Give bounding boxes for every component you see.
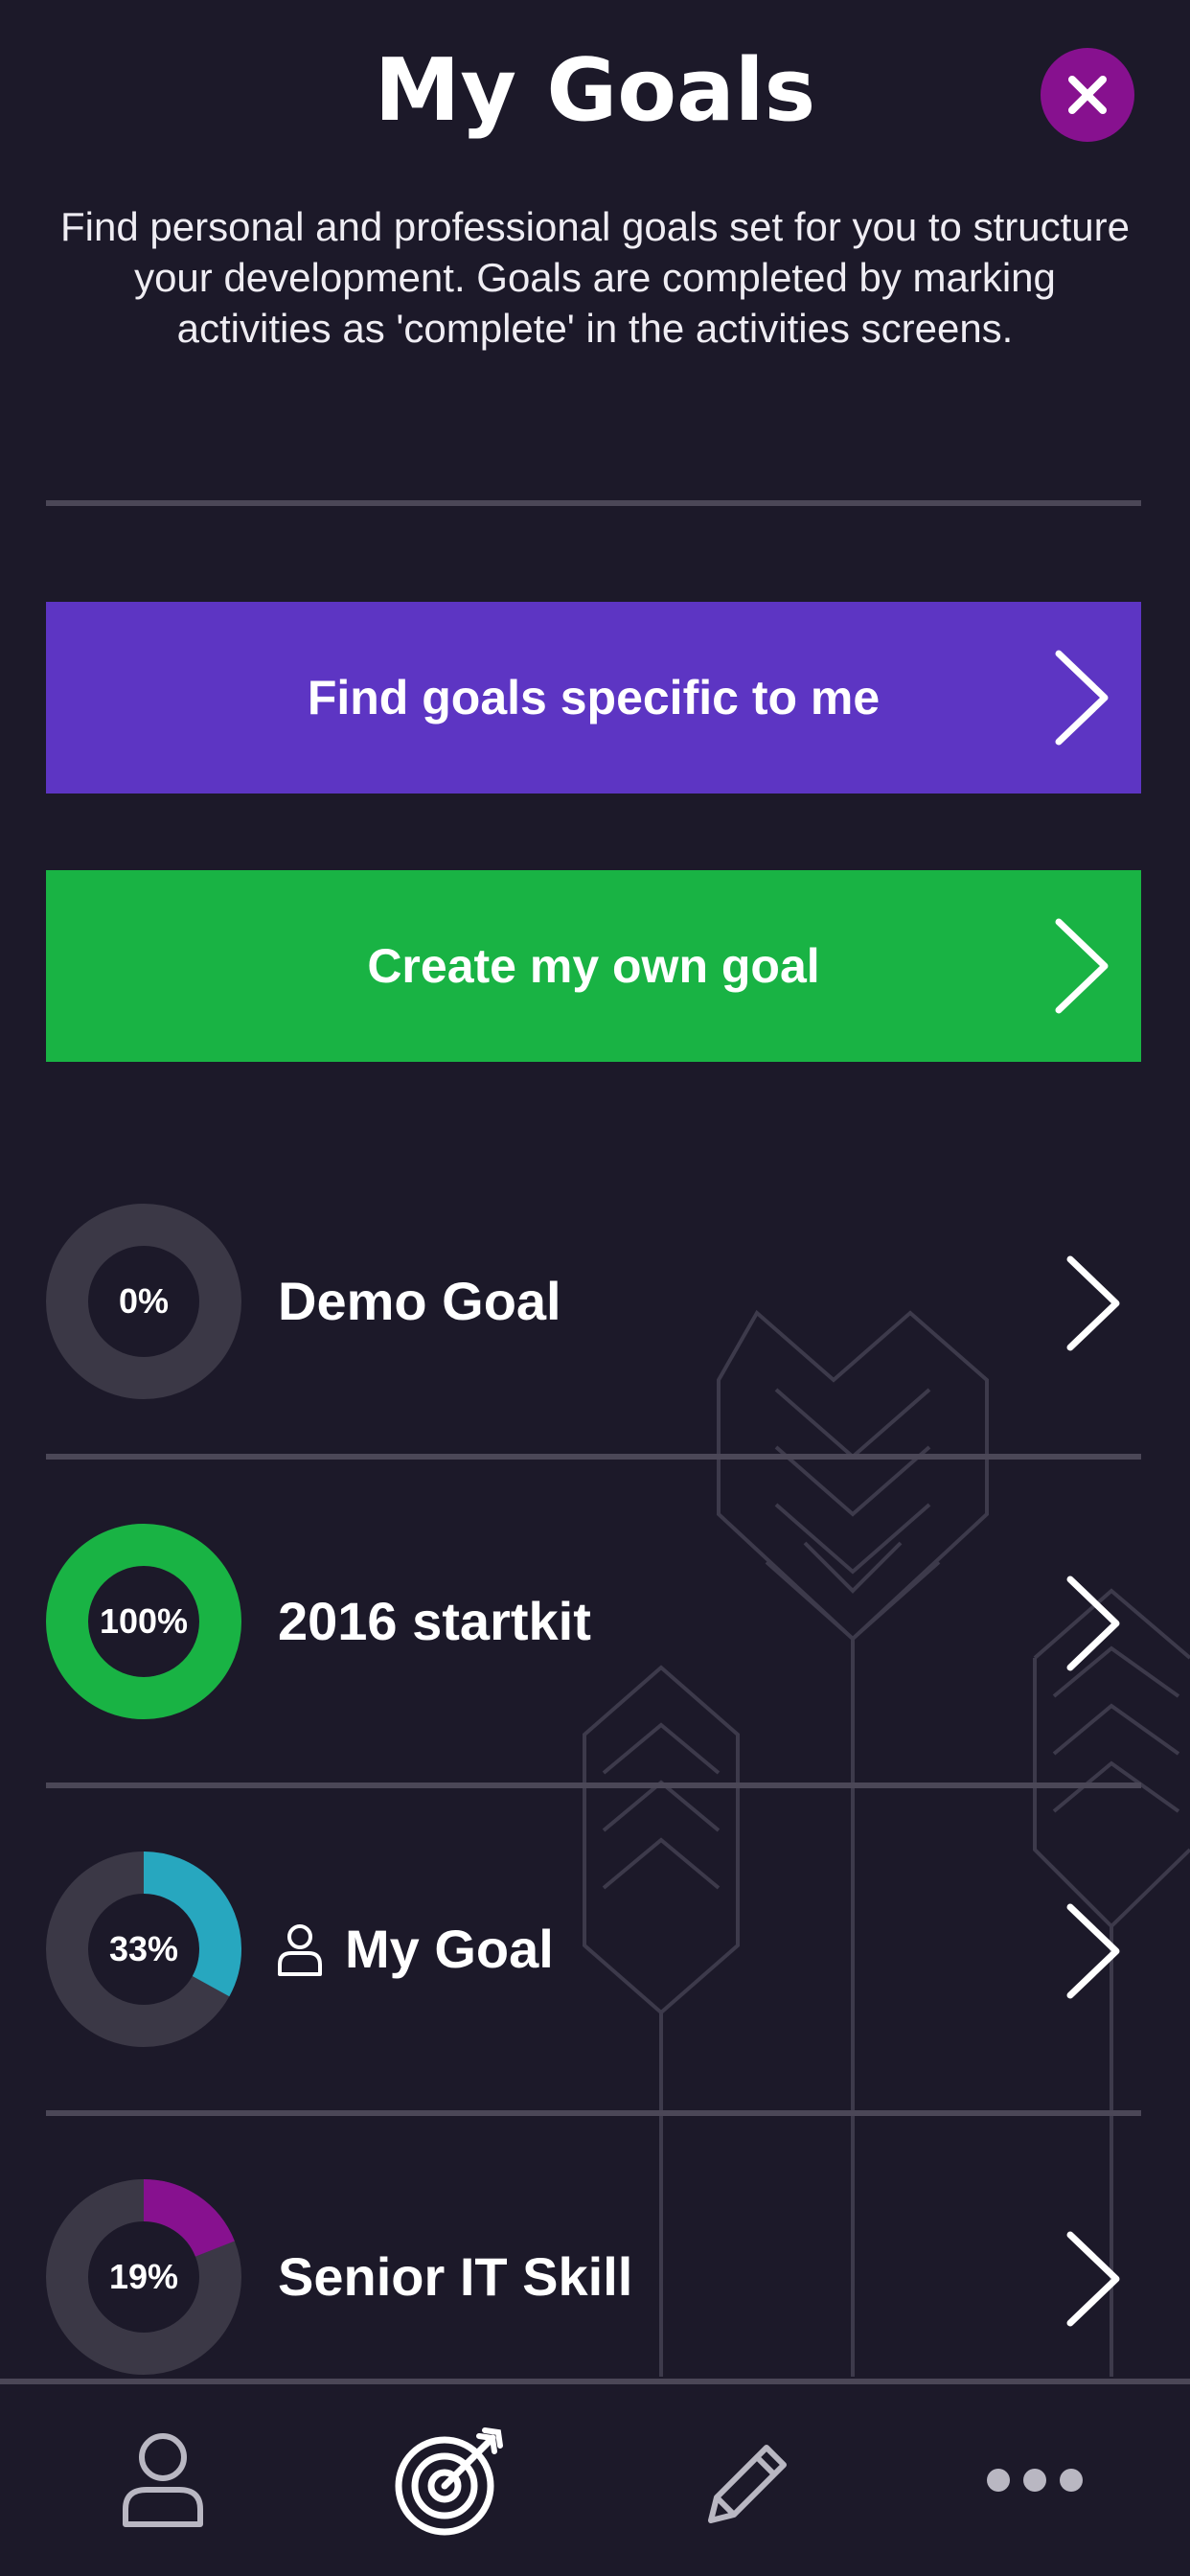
nav-activities[interactable] [671, 2384, 824, 2576]
bottom-nav [0, 2379, 1190, 2576]
goal-name: 2016 startkit [278, 1591, 591, 1651]
chevron-right-icon [1066, 2231, 1120, 2327]
find-goals-label: Find goals specific to me [307, 671, 881, 724]
chevron-right-icon [1066, 1576, 1120, 1671]
target-icon [395, 2427, 503, 2536]
profile-icon [123, 2433, 203, 2527]
goal-row-demo-goal[interactable]: 0% Demo Goal [46, 1194, 1141, 1405]
divider [46, 500, 1141, 506]
nav-more[interactable] [958, 2384, 1111, 2576]
goal-row-my-goal[interactable]: 33% My Goal [46, 1842, 1141, 2053]
page-description: Find personal and professional goals set… [60, 204, 1130, 351]
chevron-right-icon [1055, 650, 1109, 746]
pencil-icon [708, 2445, 787, 2523]
goal-name: My Goal [276, 1919, 554, 1980]
goal-name: Demo Goal [278, 1271, 561, 1331]
divider [46, 2110, 1141, 2116]
chevron-right-icon [1066, 1255, 1120, 1351]
chevron-right-icon [1066, 1903, 1120, 1999]
create-goal-button[interactable]: Create my own goal [46, 870, 1141, 1062]
close-button[interactable] [1041, 48, 1134, 142]
progress-percent: 19% [108, 2257, 179, 2296]
page-title: My Goals [374, 40, 816, 141]
progress-percent: 0% [118, 1281, 170, 1321]
more-icon [987, 2469, 1083, 2492]
goal-row-senior-it-skill[interactable]: 19% Senior IT Skill [46, 2170, 1141, 2380]
create-goal-label: Create my own goal [367, 939, 820, 993]
nav-goals[interactable] [374, 2384, 527, 2576]
person-icon [278, 1924, 322, 1976]
goal-name: Senior IT Skill [278, 2246, 633, 2307]
progress-percent: 33% [108, 1929, 179, 1968]
close-icon [1068, 76, 1107, 114]
divider [46, 1782, 1141, 1788]
chevron-right-icon [1055, 918, 1109, 1014]
goal-row-2016-startkit[interactable]: 100% 2016 startkit [46, 1514, 1141, 1725]
header: My Goals [0, 0, 1190, 192]
nav-profile[interactable] [86, 2384, 240, 2576]
find-goals-button[interactable]: Find goals specific to me [46, 602, 1141, 794]
divider [46, 1454, 1141, 1460]
progress-percent: 100% [99, 1601, 189, 1641]
